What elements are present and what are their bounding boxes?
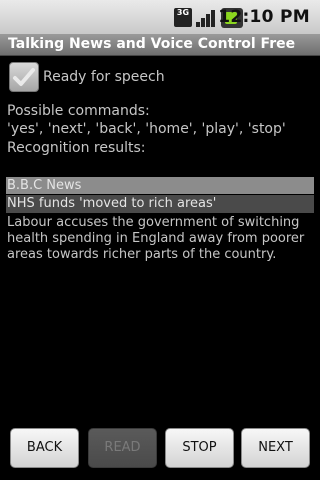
status-bar: 3G 12:10 PM (0, 0, 320, 34)
news-body: Labour accuses the government of switchi… (7, 215, 305, 262)
possible-commands-label: Possible commands: (7, 103, 150, 119)
back-button[interactable]: BACK (10, 428, 79, 468)
ready-for-speech-checkbox[interactable] (9, 62, 39, 92)
status-time: 12:10 PM (218, 7, 310, 27)
stop-button[interactable]: STOP (165, 428, 234, 468)
news-headline: NHS funds 'moved to rich areas' (6, 195, 314, 213)
app-title: Talking News and Voice Control Free (8, 36, 296, 52)
read-button[interactable]: READ (88, 428, 157, 468)
possible-commands-list: 'yes', 'next', 'back', 'home', 'play', '… (7, 121, 286, 137)
checkmark-icon (13, 68, 35, 86)
ready-for-speech-checkbox-row[interactable]: Ready for speech (9, 60, 165, 94)
recognition-results-label: Recognition results: (7, 140, 146, 156)
signal-strength-icon (196, 10, 215, 27)
news-source: B.B.C News (6, 177, 314, 194)
next-button[interactable]: NEXT (241, 428, 310, 468)
title-bar: Talking News and Voice Control Free (0, 34, 320, 56)
network-type-label: 3G (176, 8, 190, 17)
app-screen: 3G 12:10 PM Talking News and Voice Contr… (0, 0, 320, 480)
ready-for-speech-label: Ready for speech (43, 69, 165, 85)
network-3g-icon: 3G (174, 8, 192, 27)
